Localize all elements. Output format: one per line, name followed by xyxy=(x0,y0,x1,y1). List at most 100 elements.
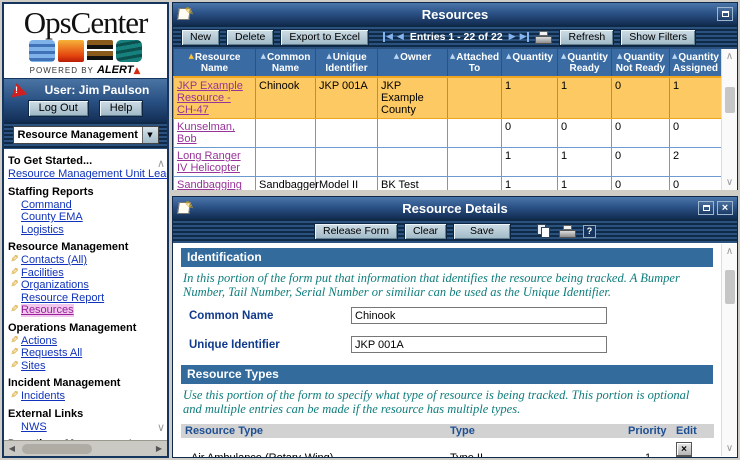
logo-title: OpsCenter xyxy=(4,7,167,39)
column-unique-identifier[interactable]: ▲Unique Identifier xyxy=(316,49,378,77)
user-panel: ! User: Jim Paulson Log Out Help xyxy=(4,79,167,122)
scrollbar-thumb[interactable] xyxy=(725,87,735,113)
column-common-name[interactable]: ▲Common Name xyxy=(256,49,316,77)
column-quantity[interactable]: ▲Quantity xyxy=(502,49,558,77)
cell: Sandbagger xyxy=(256,177,316,191)
scroll-down-icon[interactable]: ∨ xyxy=(722,177,737,188)
cell: JKP 001A xyxy=(316,77,378,119)
maximize-button[interactable] xyxy=(698,201,714,215)
scroll-up-icon[interactable]: ∧ xyxy=(157,157,165,170)
resource-link[interactable]: Kunselman, Bob xyxy=(177,121,235,145)
column-resource-name[interactable]: ▲Resource Name xyxy=(174,49,256,77)
sidebar-horizontal-scrollbar[interactable]: ◀ ▶ xyxy=(4,440,167,456)
sort-icon: ▲ xyxy=(261,52,266,60)
cell: 0 xyxy=(612,77,670,119)
save-button[interactable]: Save xyxy=(453,223,511,240)
show-filters-button[interactable]: Show Filters xyxy=(620,29,696,46)
next-page-icon[interactable]: ▶ xyxy=(509,32,516,42)
common-name-label: Common Name xyxy=(189,310,351,322)
nav-section-title: Donations Management xyxy=(8,438,153,440)
scroll-up-icon[interactable]: ∧ xyxy=(722,51,737,62)
maximize-button[interactable] xyxy=(717,7,733,21)
resources-vertical-scrollbar[interactable]: ∧ ∨ xyxy=(721,49,737,190)
sort-icon: ▲ xyxy=(394,52,399,60)
module-bar: Resource Management ▼ xyxy=(4,122,167,149)
scroll-down-icon[interactable]: ∨ xyxy=(722,443,737,454)
column-attached-to[interactable]: ▲Attached To xyxy=(448,49,502,77)
sidebar-item-organizations[interactable]: ✎Organizations xyxy=(8,279,153,292)
release-form-button[interactable]: Release Form xyxy=(314,223,398,240)
scroll-right-icon[interactable]: ▶ xyxy=(151,444,167,453)
maximize-icon xyxy=(722,11,729,17)
identification-description: In this portion of the form put that inf… xyxy=(183,272,711,299)
print-icon[interactable] xyxy=(535,31,553,44)
sidebar-item-facilities[interactable]: ✎Facilities xyxy=(8,267,153,280)
pencil-icon: ✎ xyxy=(8,267,21,280)
scroll-down-icon[interactable]: ∨ xyxy=(157,421,165,434)
sidebar-item-logistics[interactable]: Logistics xyxy=(8,224,153,237)
sidebar-nav: To Get Started... Resource Management Un… xyxy=(4,149,167,440)
sort-icon: ▲ xyxy=(189,52,194,60)
sidebar-item-county-ema[interactable]: County EMA xyxy=(8,211,153,224)
clear-button[interactable]: Clear xyxy=(404,223,447,240)
cell: 0 xyxy=(670,177,722,191)
column-quantity-not-ready[interactable]: ▲Quantity Not Ready xyxy=(612,49,670,77)
sidebar-item-resources[interactable]: ✎Resources xyxy=(8,304,153,317)
column-quantity-ready[interactable]: ▲Quantity Ready xyxy=(558,49,612,77)
help-icon[interactable]: ? xyxy=(583,225,596,238)
identification-section-header: Identification xyxy=(181,248,713,267)
scrollbar-thumb[interactable] xyxy=(22,444,92,454)
refresh-button[interactable]: Refresh xyxy=(559,29,614,46)
unique-identifier-field[interactable] xyxy=(351,336,607,353)
cell xyxy=(256,148,316,177)
sidebar-item-resource-management-unit-lead[interactable]: Resource Management Unit Lead xyxy=(8,168,153,181)
pencil-icon: ✎ xyxy=(8,279,21,292)
edit-row-button[interactable] xyxy=(676,456,692,457)
last-page-icon[interactable]: ▶ xyxy=(520,32,530,42)
sidebar-item-actions[interactable]: ✎Actions xyxy=(8,335,153,348)
resource-link[interactable]: JKP Example Resource - CH-47 xyxy=(177,80,243,116)
cell: Chinook xyxy=(256,77,316,119)
common-name-field[interactable] xyxy=(351,307,607,324)
user-label: User: Jim Paulson xyxy=(32,83,162,97)
resources-window-title: Resources xyxy=(173,7,737,22)
cell xyxy=(316,119,378,148)
warning-icon: ! xyxy=(9,82,26,97)
sidebar-item-contacts-all[interactable]: ✎Contacts (All) xyxy=(8,254,153,267)
column-owner[interactable]: ▲Owner xyxy=(378,49,448,77)
details-content: Identification In this portion of the fo… xyxy=(173,243,737,457)
print-icon[interactable] xyxy=(559,225,577,238)
delete-button[interactable]: Delete xyxy=(226,29,274,46)
cell: 1 xyxy=(502,148,558,177)
resource-link[interactable]: Long Ranger IV Helicopter xyxy=(177,150,241,174)
sidebar-item-requests-all[interactable]: ✎Requests All xyxy=(8,347,153,360)
cell xyxy=(316,148,378,177)
export-to-excel-button[interactable]: Export to Excel xyxy=(280,29,369,46)
sidebar-item-resource-report[interactable]: Resource Report xyxy=(8,292,153,305)
sidebar-item-sites[interactable]: ✎Sites xyxy=(8,360,153,373)
sidebar-item-nws[interactable]: NWS xyxy=(8,421,153,434)
new-button[interactable]: New xyxy=(181,29,220,46)
first-page-icon[interactable]: ◀ xyxy=(383,32,393,42)
prev-page-icon[interactable]: ◀ xyxy=(397,32,404,42)
copy-icon[interactable] xyxy=(537,224,553,238)
close-button[interactable]: × xyxy=(717,201,733,215)
water-tile-icon xyxy=(29,40,55,62)
logout-button[interactable]: Log Out xyxy=(28,100,89,117)
table-row: Sandbagging Machine Sandbagger Model II … xyxy=(174,177,722,191)
resource-link[interactable]: Sandbagging Machine xyxy=(177,179,242,190)
details-vertical-scrollbar[interactable]: ∧ ∨ xyxy=(721,244,737,456)
scroll-up-icon[interactable]: ∧ xyxy=(722,246,737,257)
opscenter-logo: OpsCenter POWERED BY ALERT▲ xyxy=(4,4,167,79)
help-button[interactable]: Help xyxy=(99,100,144,117)
resources-grid: ▲Resource Name ▲Common Name ▲Unique Iden… xyxy=(173,49,737,190)
cell: 1 xyxy=(502,77,558,119)
sidebar-item-incidents[interactable]: ✎Incidents xyxy=(8,390,153,403)
column-quantity-assigned[interactable]: ▲Quantity Assigned xyxy=(670,49,722,77)
maximize-icon xyxy=(703,205,710,211)
delete-row-button[interactable]: × xyxy=(676,442,692,456)
scroll-left-icon[interactable]: ◀ xyxy=(4,444,20,453)
scrollbar-thumb[interactable] xyxy=(725,270,735,304)
sidebar-item-command[interactable]: Command xyxy=(8,199,153,212)
module-select[interactable]: Resource Management ▼ xyxy=(13,126,159,144)
